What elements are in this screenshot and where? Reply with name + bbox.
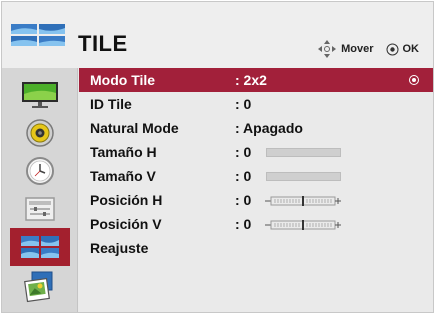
menu-row-natural-mode[interactable]: Natural Mode : Apagado [79, 116, 433, 140]
ok-circle-icon [386, 43, 399, 56]
tile-header-icon [11, 24, 65, 46]
menu-row-reset[interactable]: Reajuste [79, 236, 433, 260]
sidebar-item-audio[interactable] [10, 114, 70, 152]
four-way-arrow-icon [317, 39, 337, 59]
sidebar-item-picture[interactable] [10, 76, 70, 114]
row-label: Natural Mode [90, 120, 179, 136]
osd-window: TILE Mover OK Modo Tile: 2x2 ID Tile: … [1, 1, 434, 313]
row-value: : 2x2 [235, 72, 267, 88]
selected-radio-icon[interactable] [409, 75, 419, 85]
row-label: Tamaño V [90, 168, 156, 184]
menu-header: TILE Mover OK [2, 2, 433, 68]
menu-row-size-v[interactable]: Tamaño V : 0 [79, 164, 433, 188]
menu-row-tile-mode[interactable]: Modo Tile : 2x2 [79, 68, 433, 92]
row-value: : 0 [235, 144, 252, 160]
row-label: Reajuste [90, 240, 149, 256]
position-v-slider[interactable] [263, 218, 343, 230]
sidebar [2, 68, 78, 312]
sidebar-item-time[interactable] [10, 152, 70, 190]
size-h-bar[interactable] [266, 148, 341, 157]
page-title: TILE [78, 31, 128, 56]
row-label: Tamaño H [90, 144, 157, 160]
sidebar-item-photo[interactable] [10, 266, 70, 304]
sidebar-item-tile[interactable] [10, 228, 70, 266]
menu-row-size-h[interactable]: Tamaño H : 0 [79, 140, 433, 164]
control-hints: Mover OK [317, 39, 419, 59]
row-value: : 0 [235, 192, 252, 208]
row-value: : 0 [235, 216, 252, 232]
menu-row-position-h[interactable]: Posición H : 0 [79, 188, 433, 212]
row-label: Modo Tile [90, 72, 156, 88]
menu-row-tile-id[interactable]: ID Tile : 0 [79, 92, 433, 116]
menu-row-position-v[interactable]: Posición V : 0 [79, 212, 433, 236]
size-v-bar[interactable] [266, 172, 341, 181]
position-h-slider[interactable] [263, 194, 343, 206]
menu-list: Modo Tile : 2x2 ID Tile : 0 Natural Mode… [79, 68, 433, 312]
ok-hint-label: OK [402, 43, 420, 55]
sidebar-item-options[interactable] [10, 190, 70, 228]
row-value: : 0 [235, 168, 252, 184]
row-label: Posición H [90, 192, 163, 208]
row-value: : 0 [235, 96, 252, 112]
move-hint-label: Mover [341, 43, 374, 55]
row-label: Posición V [90, 216, 162, 232]
row-label: ID Tile [90, 96, 132, 112]
row-value: : Apagado [235, 120, 303, 136]
